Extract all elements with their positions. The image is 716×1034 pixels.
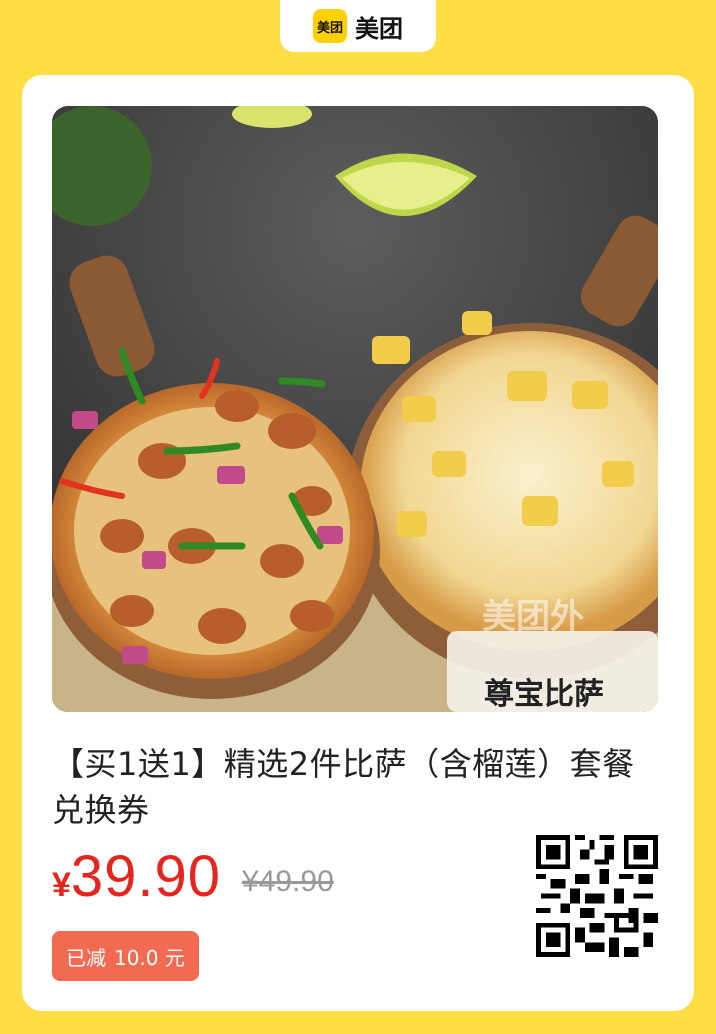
discount-value: 10.0 元	[114, 945, 185, 970]
discount-badge: 已减 10.0 元	[52, 931, 199, 981]
price-amount: 39.90	[70, 844, 222, 909]
current-price: ¥39.90	[52, 843, 221, 910]
product-image: 尊宝比萨 美团外	[52, 106, 658, 712]
image-store-label: 尊宝比萨	[484, 677, 604, 712]
brand-name: 美团	[355, 14, 403, 43]
qr-code-icon[interactable]	[536, 835, 658, 957]
meituan-logo-icon: 美团	[313, 9, 347, 43]
image-watermark: 美团外	[482, 597, 584, 637]
currency-symbol: ¥	[52, 866, 71, 904]
discount-prefix: 已减	[66, 945, 106, 970]
original-price: ¥49.90	[242, 865, 334, 898]
product-title: 【买1送1】精选2件比萨（含榴莲）套餐兑换券	[52, 745, 635, 829]
brand-header: 美团 美团	[280, 0, 436, 52]
product-card[interactable]: 尊宝比萨 美团外 【买1送1】精选2件比萨（含榴莲）套餐兑换券 ¥39.90 ¥…	[22, 75, 694, 1011]
